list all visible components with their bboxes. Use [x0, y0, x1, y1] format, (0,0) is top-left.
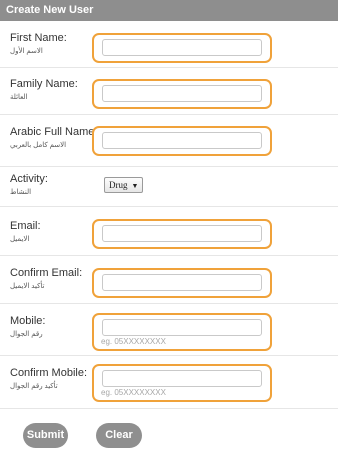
- arabic-full-name-field: [92, 126, 272, 156]
- confirm-mobile-input[interactable]: [102, 370, 262, 387]
- confirm-email-field: [92, 268, 272, 298]
- label-en: Family Name:: [10, 78, 78, 90]
- arabic-full-name-input[interactable]: [102, 132, 262, 149]
- label-en: Confirm Mobile:: [10, 367, 88, 379]
- row-family-name: Family Name: العائلة: [0, 68, 338, 115]
- row-mobile: Mobile: رقم الجوال eg. 05XXXXXXXX: [0, 304, 338, 356]
- label-ar: تأكيد الايميل: [10, 283, 45, 290]
- dropdown-arrow-icon: ▼: [131, 182, 139, 190]
- label-en: Confirm Email:: [10, 267, 83, 279]
- label-mobile: Mobile: رقم الجوال: [10, 315, 45, 338]
- label-family-name: Family Name: العائلة: [10, 78, 78, 101]
- row-arabic-full-name: Arabic Full Name: الاسم كامل بالعربي: [0, 115, 338, 167]
- label-ar: العائلة: [10, 94, 28, 101]
- label-en: Arabic Full Name:: [10, 126, 98, 138]
- row-first-name: First Name: الاسم الأول: [0, 21, 338, 68]
- label-confirm-email: Confirm Email: تأكيد الايميل: [10, 267, 82, 290]
- mobile-hint: eg. 05XXXXXXXX: [101, 337, 166, 346]
- mobile-input[interactable]: [102, 319, 262, 336]
- confirm-mobile-field: eg. 05XXXXXXXX: [92, 364, 272, 402]
- row-confirm-email: Confirm Email: تأكيد الايميل: [0, 256, 338, 304]
- row-activity: Activity: النشاط Drug ▼: [0, 167, 338, 207]
- family-name-input[interactable]: [102, 85, 262, 102]
- activity-selected-value: Drug: [109, 180, 128, 190]
- first-name-input[interactable]: [102, 39, 262, 56]
- label-email: Email: الايميل: [10, 220, 41, 243]
- label-first-name: First Name: الاسم الأول: [10, 32, 67, 55]
- label-ar: الاسم كامل بالعربي: [10, 142, 67, 149]
- confirm-email-input[interactable]: [102, 274, 262, 291]
- label-ar: تأكيد رقم الجوال: [10, 383, 58, 390]
- first-name-field: [92, 33, 272, 63]
- family-name-field: [92, 79, 272, 109]
- row-email: Email: الايميل: [0, 207, 338, 256]
- label-activity: Activity: النشاط: [10, 173, 48, 196]
- label-ar: النشاط: [10, 189, 32, 196]
- label-en: Mobile:: [10, 315, 46, 327]
- label-en: First Name:: [10, 32, 67, 44]
- row-confirm-mobile: Confirm Mobile: تأكيد رقم الجوال eg. 05X…: [0, 356, 338, 409]
- form-header: Create New User: [0, 0, 338, 21]
- mobile-field: eg. 05XXXXXXXX: [92, 313, 272, 351]
- label-confirm-mobile: Confirm Mobile: تأكيد رقم الجوال: [10, 367, 87, 390]
- label-ar: رقم الجوال: [10, 331, 43, 338]
- label-ar: الايميل: [10, 236, 30, 243]
- label-arabic-full-name: Arabic Full Name: الاسم كامل بالعربي: [10, 126, 97, 149]
- clear-button[interactable]: Clear: [96, 423, 142, 448]
- label-en: Email:: [10, 220, 41, 232]
- activity-select[interactable]: Drug ▼: [104, 177, 144, 193]
- confirm-mobile-hint: eg. 05XXXXXXXX: [101, 388, 166, 397]
- submit-button[interactable]: Submit: [23, 423, 68, 448]
- label-ar: الاسم الأول: [10, 48, 43, 55]
- label-en: Activity:: [10, 173, 48, 185]
- email-field: [92, 219, 272, 249]
- email-input[interactable]: [102, 225, 262, 242]
